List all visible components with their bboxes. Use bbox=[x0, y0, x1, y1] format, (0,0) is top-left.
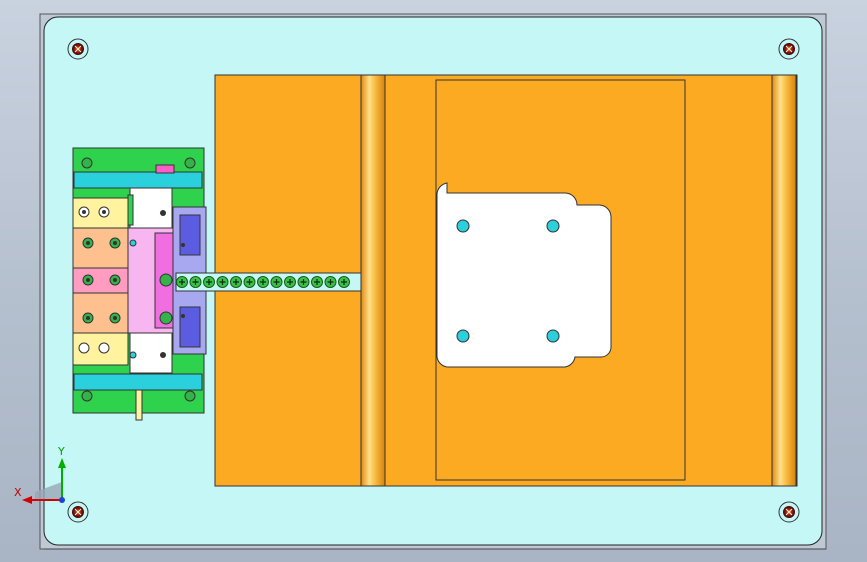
screw-icon bbox=[311, 276, 323, 288]
screw-icon bbox=[270, 276, 283, 288]
screw-icon bbox=[284, 276, 296, 288]
screw-strip[interactable] bbox=[175, 272, 362, 292]
screw-icon bbox=[297, 276, 310, 288]
screw-icon bbox=[338, 276, 350, 288]
screw-icon bbox=[257, 276, 269, 288]
y-axis-label: Y bbox=[57, 445, 65, 458]
screw-icon bbox=[203, 276, 215, 288]
insert-plate[interactable] bbox=[436, 182, 612, 368]
screw-icon bbox=[189, 276, 202, 288]
screw-icon bbox=[216, 276, 229, 288]
screw-icon bbox=[243, 276, 256, 288]
screw-icon bbox=[230, 276, 242, 288]
cad-viewport[interactable]: Y X bbox=[0, 0, 867, 562]
screw-icon bbox=[324, 276, 337, 288]
x-axis-label: X bbox=[14, 486, 22, 499]
guide-rail-left bbox=[360, 74, 386, 487]
guide-rail-right bbox=[771, 74, 797, 487]
screw-icon bbox=[176, 276, 188, 288]
